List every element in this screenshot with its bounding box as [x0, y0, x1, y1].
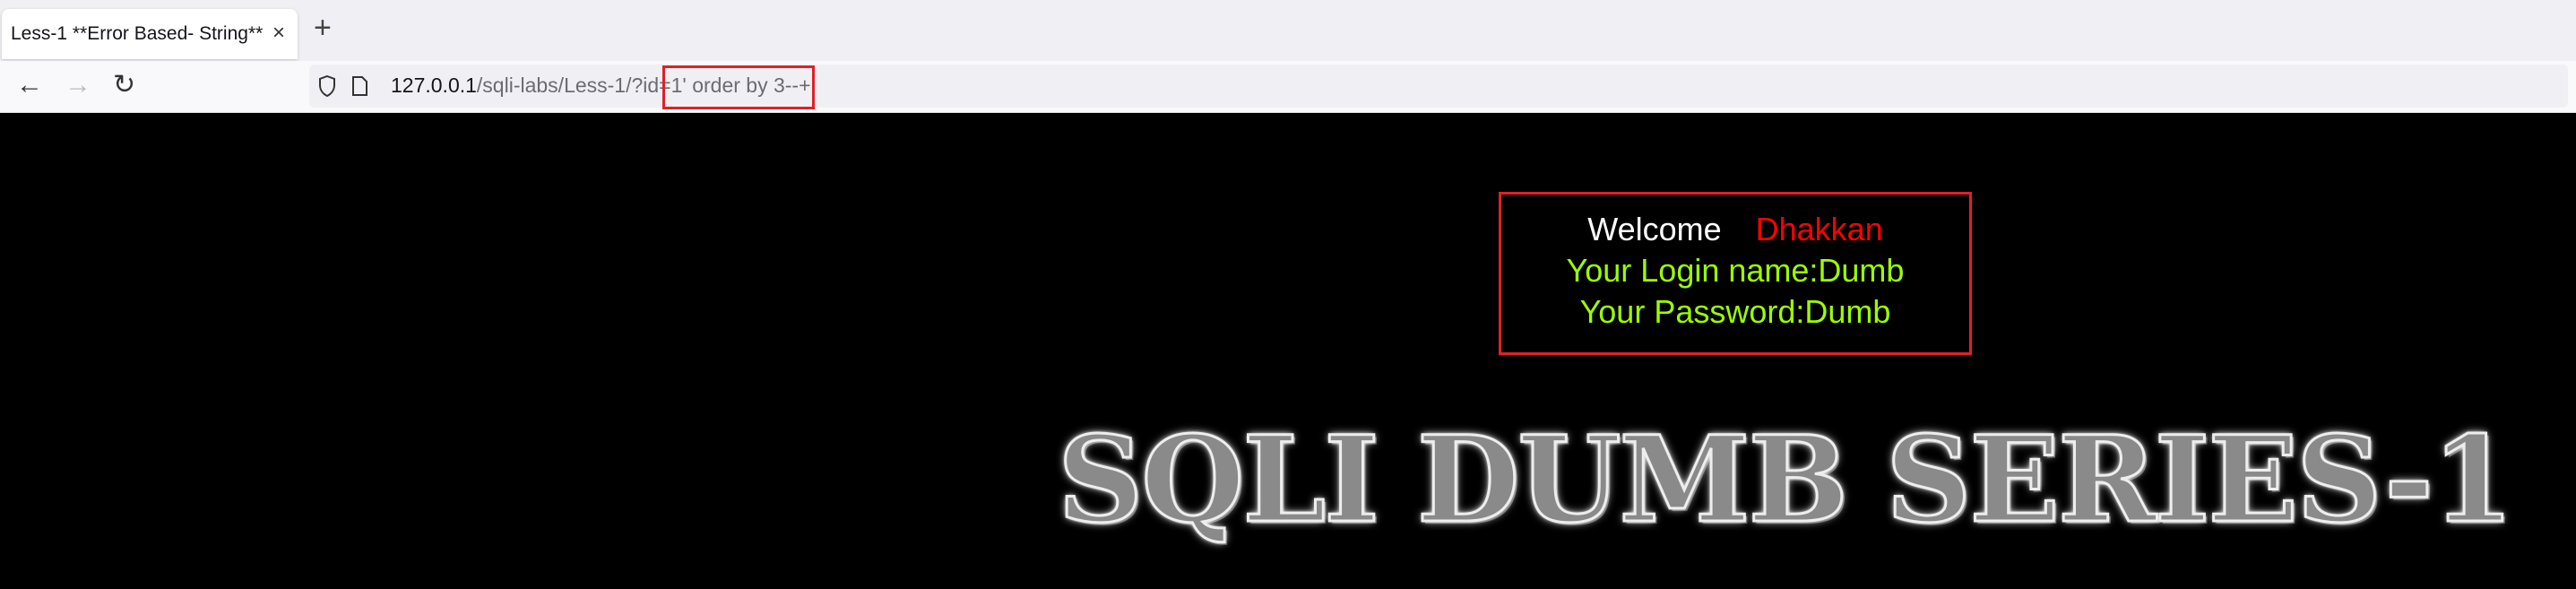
page-icon: [352, 76, 367, 96]
url-host: 127.0.0.1: [391, 74, 477, 97]
url-path: /sqli-labs/Less-1/?id=: [476, 74, 671, 97]
password: Your Password:Dumb: [1579, 293, 1891, 330]
close-icon[interactable]: ×: [272, 21, 285, 46]
tab-bar: Less-1 **Error Based- String** × +: [0, 0, 2576, 61]
back-arrow-icon[interactable]: ←: [16, 70, 43, 100]
banner-title: SQLI DUMB SERIES-1: [1057, 410, 2516, 551]
forward-arrow-icon[interactable]: →: [65, 70, 91, 100]
tab-title: Less-1 **Error Based- String**: [11, 23, 264, 44]
welcome-label: Welcome: [1587, 211, 1722, 247]
login-name: Your Login name:Dumb: [1566, 252, 1905, 289]
user-name: Dhakkan: [1755, 211, 1883, 247]
tab-active[interactable]: Less-1 **Error Based- String** ×: [2, 9, 298, 59]
highlight-box: [662, 65, 815, 109]
login-info-box: Welcome Dhakkan Your Login name:Dumb Your…: [1499, 192, 1972, 355]
reload-icon[interactable]: ↻: [113, 70, 135, 100]
shield-icon: [319, 75, 335, 97]
address-bar[interactable]: 127.0.0.1/sqli-labs/Less-1/?id=1' order …: [309, 65, 2568, 108]
nav-bar: ← → ↻ 127.0.0.1/sqli-labs/Less-1/?id=1' …: [0, 61, 2576, 113]
new-tab-button[interactable]: +: [314, 13, 332, 43]
